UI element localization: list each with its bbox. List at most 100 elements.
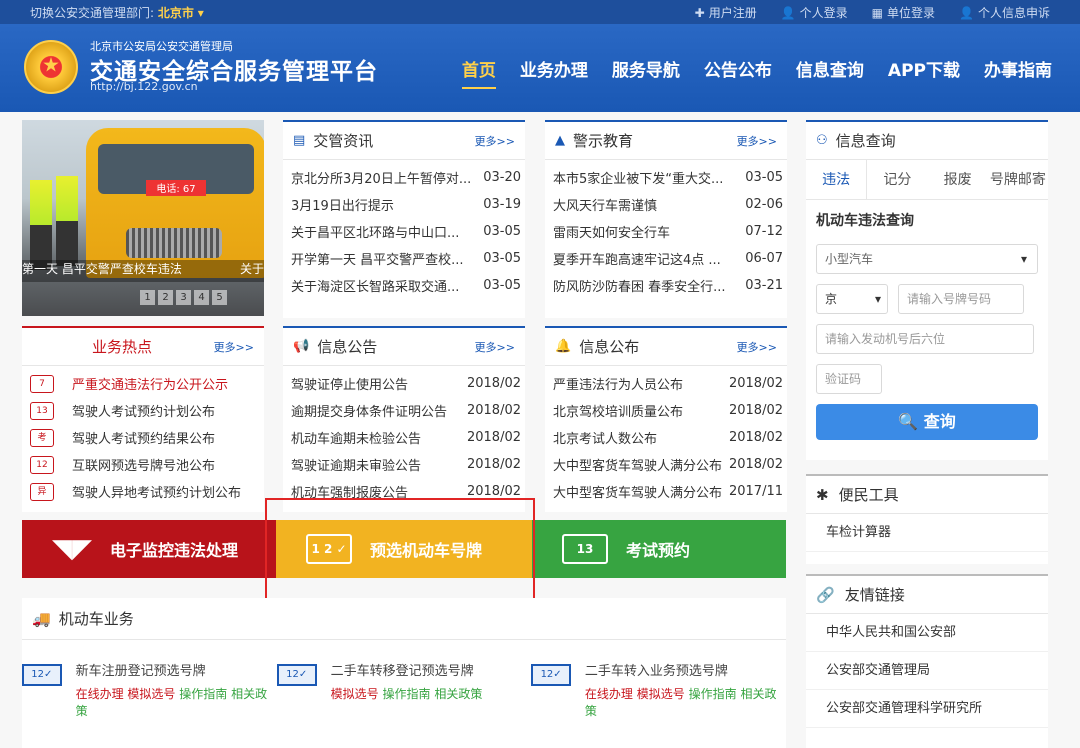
- site-url: http://bj.122.gov.cn: [90, 80, 198, 93]
- captcha-input[interactable]: 验证码: [816, 364, 882, 394]
- calendar-icon: 13: [30, 401, 54, 420]
- tab-violation[interactable]: 违法: [806, 160, 868, 199]
- tools-panel: ✱ 便民工具 车检计算器: [806, 474, 1048, 564]
- nav-announcement[interactable]: 公告公布: [704, 56, 772, 81]
- list-item[interactable]: 考驾驶人考试预约结果公布: [22, 424, 264, 451]
- more-link[interactable]: 更多>>: [475, 339, 515, 355]
- slide-pager: 1 2 3 4 5: [140, 290, 227, 305]
- binoculars-icon: ⚇: [816, 133, 828, 148]
- news-icon: ▤: [293, 133, 306, 148]
- department-switch[interactable]: 切换公安交通管理部门: 北京市 ▾: [30, 4, 204, 21]
- officer-image: [56, 176, 78, 266]
- list-item[interactable]: 12 互联网预选号牌号池公布: [22, 451, 264, 478]
- list-item[interactable]: 大中型客货车驾驶人满分公布 2017/11: [545, 478, 787, 505]
- site-header: 北京市公安局公安交通管理局 交通安全综合服务管理平台 http://bj.122…: [0, 24, 1080, 112]
- megaphone-icon: 📢: [293, 339, 310, 354]
- nav-business[interactable]: 业务办理: [520, 56, 588, 81]
- tab-plate-mail[interactable]: 号牌邮寄: [988, 160, 1048, 199]
- register-link[interactable]: ✚ 用户注册: [695, 4, 757, 21]
- list-item[interactable]: 7 严重交通违法行为公开公示: [22, 370, 264, 397]
- list-item[interactable]: 公安部交通管理科学研究所: [806, 690, 1048, 728]
- list-item[interactable]: 京北分所3月20日上午暂停对... 03-20: [283, 164, 525, 191]
- nav-service[interactable]: 服务导航: [612, 56, 680, 81]
- list-item[interactable]: 逾期提交身体条件证明公告 2018/02: [283, 397, 525, 424]
- school-bus-image: 电话: 67: [86, 128, 264, 278]
- more-link[interactable]: 更多>>: [737, 133, 777, 149]
- list-item[interactable]: 关于海淀区长智路采取交通... 03-05: [283, 272, 525, 299]
- vehicle-service-item: 12✓ 新车注册登记预选号牌 在线办理 模拟选号 操作指南 相关政策: [22, 660, 277, 719]
- exam-booking-banner[interactable]: 13 考试预约: [532, 520, 786, 578]
- nav-query[interactable]: 信息查询: [796, 56, 864, 81]
- list-item[interactable]: 公安部交通管理局: [806, 652, 1048, 690]
- warning-panel: ▲ 警示教育 更多>> 本市5家企业被下发“重大交... 03-05 大风天行车需谨慎…: [545, 120, 787, 318]
- list-item[interactable]: 中华人民共和国公安部: [806, 614, 1048, 652]
- personal-login-link[interactable]: 👤 个人登录: [781, 4, 848, 21]
- list-item[interactable]: 严重违法行为人员公布 2018/02: [545, 370, 787, 397]
- list-item[interactable]: 防风防沙防春困 春季安全行... 03-21: [545, 272, 787, 299]
- remote-exam-icon: 异: [30, 482, 54, 501]
- slide-dot[interactable]: 2: [158, 290, 173, 305]
- query-button[interactable]: 🔍 查询: [816, 404, 1038, 440]
- list-item[interactable]: 雷雨天如何安全行车 07-12: [545, 218, 787, 245]
- appeal-link[interactable]: 👤 个人信息申诉: [959, 4, 1050, 21]
- publish-panel: 🔔 信息公布 更多>> 严重违法行为人员公布 2018/02 北京驾校培训质量公布 20…: [545, 326, 787, 512]
- tab-points[interactable]: 记分: [867, 160, 927, 199]
- list-item[interactable]: 开学第一天 昌平交警严查校... 03-05: [283, 245, 525, 272]
- asterisk-icon: ✱: [816, 485, 829, 504]
- slide-dot[interactable]: 4: [194, 290, 209, 305]
- bell-icon: 🔔: [555, 339, 572, 354]
- violation-icon: 7: [30, 374, 54, 393]
- nav-guide[interactable]: 办事指南: [984, 56, 1052, 81]
- vehicle-service-item: 12✓ 二手车转入业务预选号牌 在线办理 模拟选号 操作指南 相关政策: [531, 660, 786, 719]
- tab-scrap[interactable]: 报废: [928, 160, 988, 199]
- vehicle-service-item: 12✓ 二手车转移登记预选号牌 模拟选号 操作指南 相关政策: [276, 660, 532, 719]
- more-link[interactable]: 更多>>: [214, 339, 254, 355]
- slide-dot[interactable]: 5: [212, 290, 227, 305]
- form-title: 机动车违法查询: [816, 213, 914, 229]
- list-item[interactable]: 北京驾校培训质量公布 2018/02: [545, 397, 787, 424]
- nav-app[interactable]: APP下载: [888, 56, 960, 81]
- list-item[interactable]: 北京考试人数公布 2018/02: [545, 424, 787, 451]
- electronic-violation-banner[interactable]: ◥◤ 电子监控违法处理: [22, 520, 276, 578]
- vehicle-business-section: 🚚 机动车业务 12✓ 新车注册登记预选号牌 在线办理 模拟选号 操作指南 相关政…: [22, 598, 786, 748]
- unit-login-link[interactable]: ▦ 单位登录: [872, 4, 935, 21]
- vehicle-type-select[interactable]: 小型汽车 ▾: [816, 244, 1038, 274]
- search-icon: 🔍: [898, 412, 919, 431]
- list-item[interactable]: 驾驶证逾期未审验公告 2018/02: [283, 451, 525, 478]
- list-item[interactable]: 大风天行车需谨慎 02-06: [545, 191, 787, 218]
- list-item[interactable]: 3月19日出行提示 03-19: [283, 191, 525, 218]
- list-item[interactable]: 机动车逾期未检验公告 2018/02: [283, 424, 525, 451]
- province-select[interactable]: 京 ▾: [816, 284, 888, 314]
- nav-home[interactable]: 首页: [461, 56, 496, 89]
- caret-down-icon: ▾: [874, 292, 881, 306]
- switch-label: 切换公安交通管理部门:: [30, 6, 155, 20]
- notice-panel: 📢 信息公告 更多>> 驾驶证停止使用公告 2018/02 逾期提交身体条件证明公告 2…: [283, 326, 525, 512]
- more-link[interactable]: 更多>>: [475, 133, 515, 149]
- list-item[interactable]: 本市5家企业被下发“重大交... 03-05: [545, 164, 787, 191]
- news-slideshow[interactable]: 电话: 67 第一天 昌平交警严查校车违法 关于 1 2 3 4 5: [22, 120, 264, 316]
- plate-icon: 12✓: [276, 664, 317, 686]
- list-item[interactable]: 车检计算器: [806, 514, 1048, 552]
- engine-number-input[interactable]: 请输入发动机号后六位: [816, 324, 1034, 354]
- city-select[interactable]: 北京市: [158, 6, 194, 20]
- exam-icon: 考: [30, 428, 54, 447]
- hot-business-panel: 业务热点 更多>> 7 严重交通违法行为公开公示 13 驾驶人考试预约计划公布 考驾驶…: [22, 326, 264, 512]
- list-item[interactable]: 驾驶证停止使用公告 2018/02: [283, 370, 525, 397]
- slide-caption[interactable]: 第一天 昌平交警严查校车违法 关于: [22, 260, 264, 282]
- top-bar: 切换公安交通管理部门: 北京市 ▾ ✚ 用户注册 👤 个人登录 ▦ 单位登录 👤 个人信…: [0, 0, 1080, 24]
- list-item[interactable]: 夏季开车跑高速牢记这4点 ... 06-07: [545, 245, 787, 272]
- list-item[interactable]: 大中型客货车驾驶人满分公布 2018/02: [545, 451, 787, 478]
- main-nav: 首页 业务办理 服务导航 公告公布 信息查询 APP下载 办事指南: [461, 56, 1052, 89]
- slide-dot[interactable]: 3: [176, 290, 191, 305]
- slide-dot[interactable]: 1: [140, 290, 155, 305]
- plate-number-input[interactable]: 请输入号牌号码: [898, 284, 1024, 314]
- plate-icon: 12: [30, 455, 54, 474]
- more-link[interactable]: 更多>>: [737, 339, 777, 355]
- link-icon: 🔗: [816, 585, 835, 604]
- officer-image: [30, 180, 52, 270]
- caret-down-icon: ▾: [197, 6, 204, 20]
- list-item[interactable]: 异驾驶人异地考试预约计划公布: [22, 478, 264, 505]
- list-item[interactable]: 13 驾驶人考试预约计划公布: [22, 397, 264, 424]
- list-item[interactable]: 关于昌平区北环路与中山口... 03-05: [283, 218, 525, 245]
- caret-down-icon: ▾: [1020, 252, 1027, 266]
